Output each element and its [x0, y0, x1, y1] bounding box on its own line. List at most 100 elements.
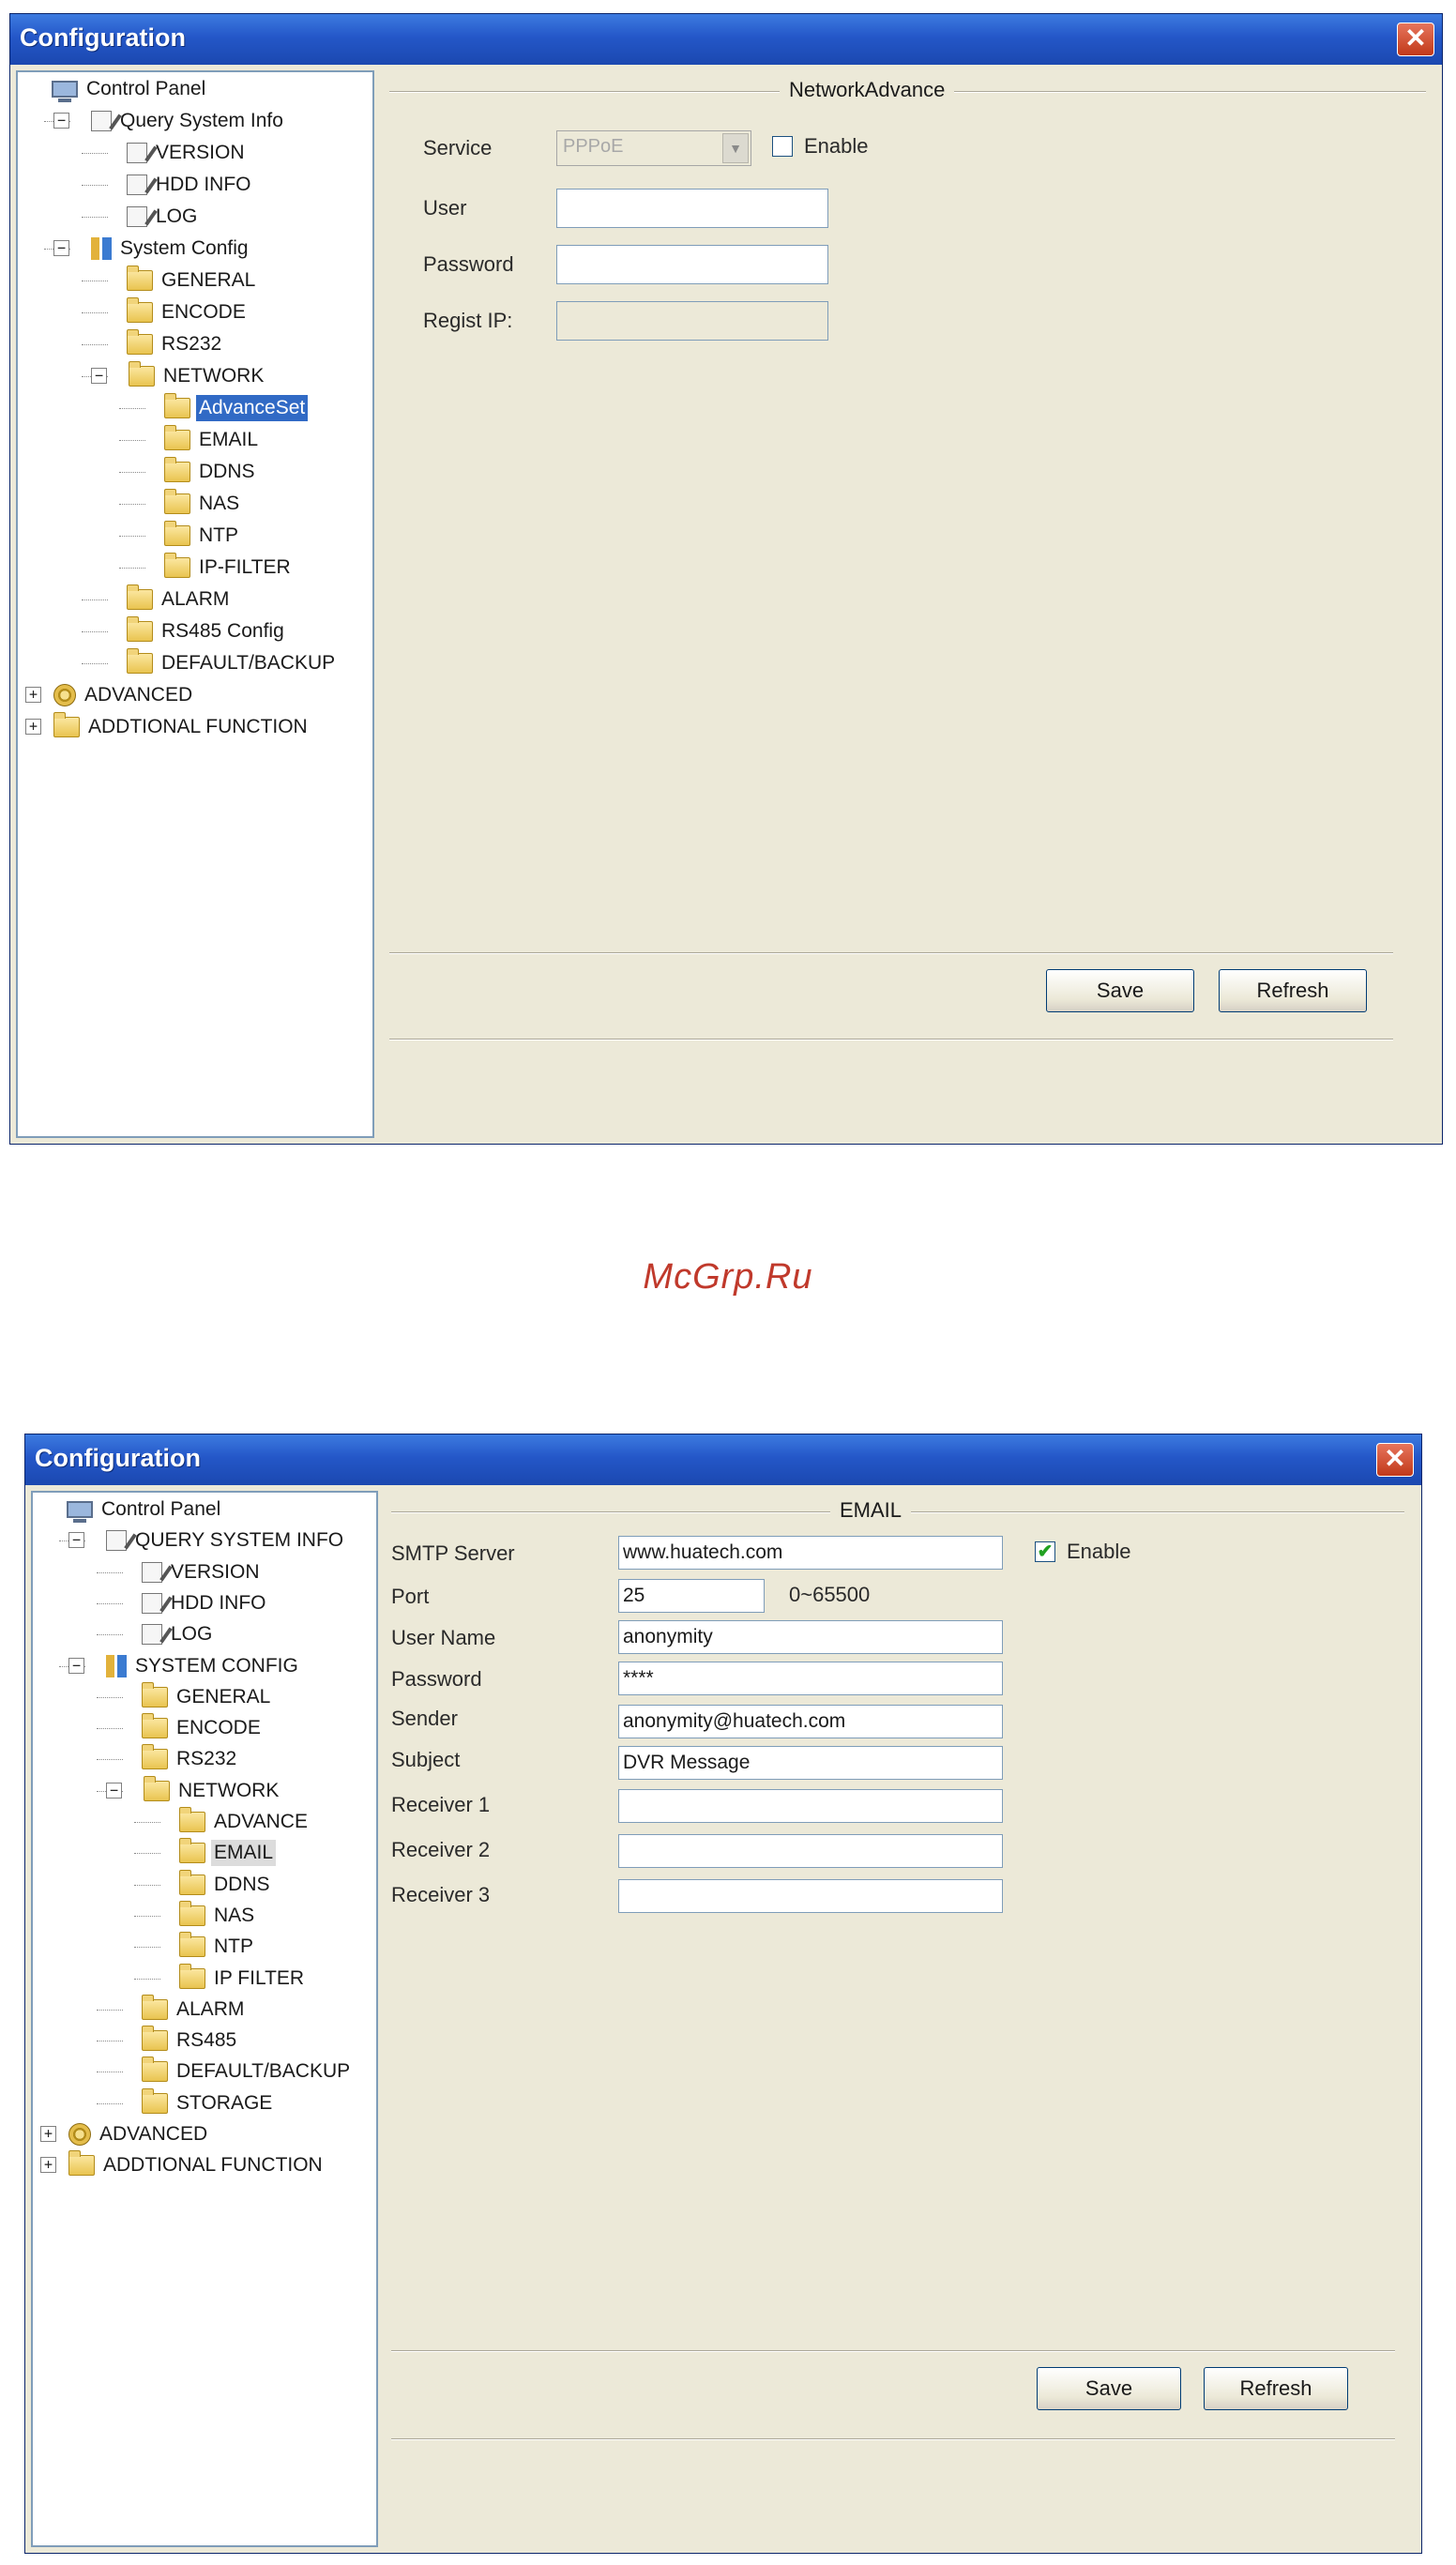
tree-item-hdd-info[interactable]: HDD INFO	[142, 1588, 269, 1618]
tree-item-control-panel[interactable]: Control Panel	[52, 74, 208, 104]
port-input[interactable]: 25	[618, 1579, 765, 1613]
tree-item-general[interactable]: GENERAL	[127, 266, 258, 296]
tree-item-label: ADVANCE	[214, 1811, 308, 1832]
title-bar[interactable]: Configuration ✕	[10, 14, 1442, 65]
tree-item-storage[interactable]: STORAGE	[142, 2087, 275, 2118]
tree-item-rs485-config[interactable]: RS485 Config	[127, 616, 287, 646]
tree-item-log[interactable]: LOG	[127, 202, 200, 232]
tree-item-label: LOG	[156, 205, 198, 227]
tree-item-label: NETWORK	[163, 365, 265, 387]
tree-item-advance[interactable]: ADVANCE	[179, 1807, 311, 1837]
receiver-2-input[interactable]	[618, 1834, 1003, 1868]
tree-item-ddns[interactable]: DDNS	[179, 1869, 273, 1900]
tree-connector	[82, 217, 108, 218]
tree-item-ntp[interactable]: NTP	[179, 1932, 256, 1962]
save-button[interactable]: Save	[1046, 969, 1194, 1012]
folder-icon	[68, 2150, 95, 2177]
tree-item-ntp[interactable]: NTP	[164, 521, 241, 551]
tree-item-nas[interactable]: NAS	[164, 489, 242, 519]
tree-item-advanceset[interactable]: AdvanceSet	[164, 393, 309, 423]
tree-item-ip-filter[interactable]: IP-FILTER	[164, 553, 294, 583]
refresh-button[interactable]: Refresh	[1204, 2367, 1348, 2410]
tree-item-rs485[interactable]: RS485	[142, 2026, 239, 2056]
tree-item-encode[interactable]: ENCODE	[142, 1713, 264, 1743]
chevron-down-icon[interactable]: ▼	[722, 133, 749, 163]
collapse-icon[interactable]: −	[53, 240, 69, 256]
tree-connector	[119, 440, 145, 441]
receiver-1-input[interactable]	[618, 1789, 1003, 1823]
tree-item-email[interactable]: EMAIL	[179, 1838, 277, 1868]
user-input[interactable]	[556, 189, 828, 228]
tree-item-label: NTP	[199, 524, 238, 546]
tree-item-label: NETWORK	[178, 1779, 280, 1801]
tree-item-alarm[interactable]: ALARM	[142, 1994, 247, 2025]
group-title: EMAIL	[830, 1498, 912, 1523]
refresh-button[interactable]: Refresh	[1219, 969, 1367, 1012]
tree-item-rs232[interactable]: RS232	[142, 1744, 239, 1774]
tree-item-addtional-function[interactable]: ADDTIONAL FUNCTION	[68, 2150, 326, 2180]
tree-item-network[interactable]: NETWORK	[129, 361, 266, 391]
tree-item-hdd-info[interactable]: HDD INFO	[127, 170, 254, 200]
tree-item-default-backup[interactable]: DEFAULT/BACKUP	[142, 2057, 353, 2087]
tree-item-advanced[interactable]: ADVANCED	[68, 2119, 210, 2149]
tree-item-system-config[interactable]: SYSTEM CONFIG	[106, 1651, 301, 1681]
password-input[interactable]	[556, 245, 828, 284]
collapse-icon[interactable]: −	[53, 113, 69, 129]
password-label: Password	[391, 1667, 482, 1691]
expand-icon[interactable]: +	[40, 2157, 56, 2174]
tree-item-general[interactable]: GENERAL	[142, 1681, 273, 1712]
tree-item-label: ENCODE	[161, 301, 246, 323]
tree-item-query-system-info[interactable]: QUERY SYSTEM INFO	[106, 1525, 346, 1556]
subject-input[interactable]: DVR Message	[618, 1746, 1003, 1780]
tree-item-label: QUERY SYSTEM INFO	[135, 1529, 344, 1552]
receiver-3-label: Receiver 3	[391, 1883, 491, 1906]
expand-icon[interactable]: +	[25, 719, 41, 735]
collapse-icon[interactable]: −	[106, 1782, 122, 1799]
tree-item-log[interactable]: LOG	[142, 1619, 215, 1649]
password-input[interactable]: ****	[618, 1662, 1003, 1695]
regist-ip-input[interactable]	[556, 301, 828, 341]
tree-item-control-panel[interactable]: Control Panel	[67, 1495, 223, 1525]
tree-item-label: IP FILTER	[214, 1966, 305, 1989]
tree-connector	[97, 2102, 123, 2104]
tree-item-encode[interactable]: ENCODE	[127, 297, 249, 327]
tree-item-version[interactable]: VERSION	[127, 138, 248, 168]
tree-item-label: SYSTEM CONFIG	[135, 1654, 298, 1677]
button-area-divider-top	[389, 952, 1393, 954]
tree-item-query-system-info[interactable]: Query System Info	[91, 106, 286, 136]
collapse-icon[interactable]: −	[91, 368, 107, 384]
tree-connector	[97, 1728, 123, 1730]
save-button[interactable]: Save	[1037, 2367, 1181, 2410]
tree-item-email[interactable]: EMAIL	[164, 425, 261, 455]
tree-item-system-config[interactable]: System Config	[91, 234, 251, 264]
tree-connector	[82, 185, 108, 186]
enable-checkbox[interactable]	[772, 136, 793, 157]
tree-item-ddns[interactable]: DDNS	[164, 457, 258, 487]
expand-icon[interactable]: +	[25, 687, 41, 703]
tree-item-default-backup[interactable]: DEFAULT/BACKUP	[127, 648, 338, 678]
close-icon[interactable]: ✕	[1376, 1443, 1414, 1477]
tree-connector	[134, 1915, 160, 1917]
collapse-icon[interactable]: −	[68, 1532, 84, 1549]
tree-item-rs232[interactable]: RS232	[127, 329, 224, 359]
tree-item-label: HDD INFO	[156, 174, 251, 195]
tree-connector	[97, 2009, 123, 2011]
user-name-input[interactable]: anonymity	[618, 1620, 1003, 1654]
tree-item-nas[interactable]: NAS	[179, 1900, 257, 1931]
receiver-3-input[interactable]	[618, 1879, 1003, 1913]
tree-item-advanced[interactable]: ADVANCED	[53, 680, 195, 710]
sender-input[interactable]: anonymity@huatech.com	[618, 1705, 1003, 1738]
tree-item-alarm[interactable]: ALARM	[127, 584, 232, 615]
tree-item-ip-filter[interactable]: IP FILTER	[179, 1963, 307, 1994]
service-select[interactable]: PPPoE ▼	[556, 130, 751, 166]
smtp-server-label: SMTP Server	[391, 1541, 515, 1565]
smtp-server-input[interactable]: www.huatech.com	[618, 1536, 1003, 1570]
tree-item-network[interactable]: NETWORK	[144, 1775, 281, 1806]
enable-checkbox[interactable]: ✔	[1035, 1541, 1055, 1562]
tree-item-addtional-function[interactable]: ADDTIONAL FUNCTION	[53, 712, 311, 742]
title-bar[interactable]: Configuration ✕	[25, 1434, 1421, 1485]
tree-item-version[interactable]: VERSION	[142, 1557, 263, 1587]
expand-icon[interactable]: +	[40, 2126, 56, 2142]
close-icon[interactable]: ✕	[1397, 23, 1434, 56]
collapse-icon[interactable]: −	[68, 1657, 84, 1674]
